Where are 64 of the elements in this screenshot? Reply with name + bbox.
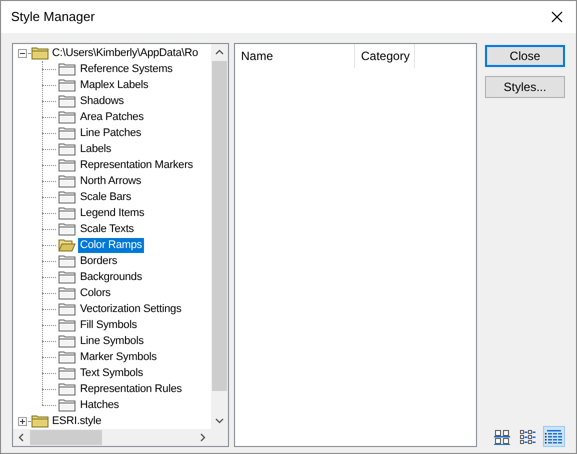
folder-icon (58, 158, 76, 172)
folder-icon (31, 46, 49, 60)
folder-icon (58, 206, 76, 220)
folder-icon (58, 382, 76, 396)
folder-icon (58, 366, 76, 380)
tree-item[interactable]: ESRI.style (50, 414, 104, 428)
collapse-icon[interactable] (18, 48, 27, 58)
scroll-thumb[interactable] (30, 430, 102, 445)
tree-item[interactable]: Labels (78, 142, 114, 156)
folder-icon (58, 270, 76, 284)
small-icons-view-icon (520, 428, 536, 444)
folder-icon (58, 78, 76, 92)
folder-icon (58, 334, 76, 348)
folder-icon (58, 222, 76, 236)
tree-item[interactable]: Maplex Labels (78, 78, 150, 92)
close-icon[interactable] (551, 11, 563, 23)
folder-icon (58, 398, 76, 412)
tree-item[interactable]: Fill Symbols (78, 318, 139, 332)
tree-item[interactable]: Color Ramps (78, 238, 144, 252)
dialog-button[interactable]: Styles... (485, 76, 565, 98)
column-header[interactable]: Category (355, 44, 415, 68)
view-mode-button[interactable] (543, 426, 565, 447)
vertical-scrollbar[interactable] (211, 44, 228, 429)
tree-item[interactable]: Representation Rules (78, 382, 184, 396)
column-header[interactable]: Name (235, 44, 355, 68)
folder-icon (58, 302, 76, 316)
tree-item[interactable]: C:\Users\Kimberly\AppData\Ro (50, 46, 200, 60)
folder-icon (58, 174, 76, 188)
tree-item[interactable]: North Arrows (78, 174, 144, 188)
folder-icon (58, 286, 76, 300)
tree-item[interactable]: Borders (78, 254, 120, 268)
folder-icon (58, 110, 76, 124)
folder-icon (58, 142, 76, 156)
tree-item[interactable]: Representation Markers (78, 158, 195, 172)
folder-icon (58, 350, 76, 364)
tree-item[interactable]: Line Symbols (78, 334, 146, 348)
details-view-icon (545, 428, 563, 444)
open-folder-icon (58, 238, 76, 252)
folder-icon (31, 414, 49, 428)
tree-item[interactable]: Text Symbols (78, 366, 146, 380)
folder-icon (58, 190, 76, 204)
tree-item[interactable]: Vectorization Settings (78, 302, 184, 316)
tree-item[interactable]: Colors (78, 286, 113, 300)
folder-icon (58, 62, 76, 76)
folder-icon (58, 318, 76, 332)
tree-item[interactable]: Scale Bars (78, 190, 134, 204)
tree-item[interactable]: Hatches (78, 398, 121, 412)
tree-item[interactable]: Scale Texts (78, 222, 136, 236)
tree-item[interactable]: Legend Items (78, 206, 146, 220)
scroll-thumb[interactable] (212, 61, 227, 391)
folder-icon (58, 126, 76, 140)
tree-item[interactable]: Area Patches (78, 110, 146, 124)
tree-item[interactable]: Reference Systems (78, 62, 175, 76)
tree-item[interactable]: Marker Symbols (78, 350, 159, 364)
large-icons-view-icon (494, 428, 510, 444)
tree-item[interactable]: Line Patches (78, 126, 144, 140)
horizontal-scrollbar[interactable] (13, 429, 211, 446)
folder-icon (58, 94, 76, 108)
expand-icon[interactable] (18, 416, 27, 426)
folder-icon (58, 254, 76, 268)
tree-item[interactable]: Shadows (78, 94, 126, 108)
tree-item[interactable]: Backgrounds (78, 270, 144, 284)
dialog-button[interactable]: Close (485, 45, 565, 67)
window-title: Style Manager (11, 8, 95, 26)
